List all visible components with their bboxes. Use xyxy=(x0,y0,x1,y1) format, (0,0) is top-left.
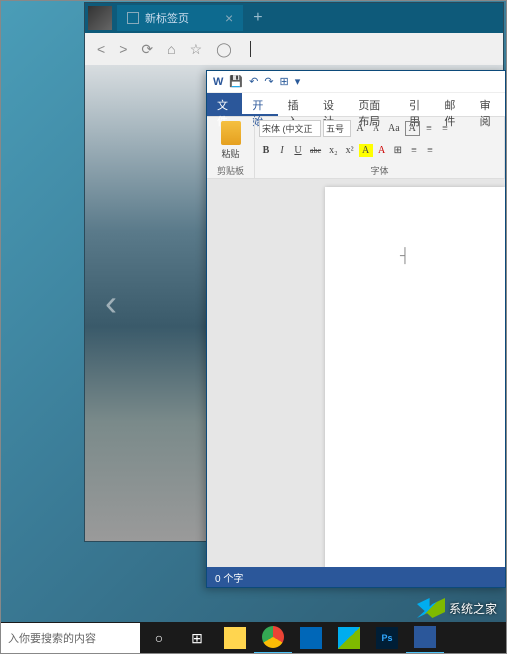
underline-button[interactable]: U xyxy=(291,144,305,157)
border-button[interactable]: ⊞ xyxy=(391,144,405,157)
calculator-icon xyxy=(300,627,322,649)
qat-more-icon[interactable]: ▾ xyxy=(295,75,301,88)
font-group-label: 字体 xyxy=(259,164,500,178)
paste-button[interactable]: 粘贴 xyxy=(211,120,250,160)
word-status-bar: 0 个字 xyxy=(207,567,505,587)
numbering-button[interactable]: ≡ xyxy=(438,122,452,135)
back-button[interactable]: < xyxy=(97,41,105,57)
text-cursor-icon: ┤ xyxy=(400,247,414,261)
bold-button[interactable]: B xyxy=(259,144,273,157)
superscript-button[interactable]: x² xyxy=(343,144,357,157)
cortana-button[interactable]: ○ xyxy=(140,622,178,654)
clipboard-group-label: 剪贴板 xyxy=(211,164,250,178)
quick-access-toolbar: W 💾 ↶ ↷ ⊞ ▾ xyxy=(207,71,505,93)
document-page[interactable]: ┤ xyxy=(325,187,505,567)
font-name-select[interactable]: 宋体 (中文正 xyxy=(259,120,321,137)
taskbar-app-word[interactable] xyxy=(406,622,444,654)
taskbar: 入你要搜索的内容 ○ ⊞ Ps xyxy=(0,622,507,654)
save-icon[interactable]: 💾 xyxy=(229,75,243,88)
change-case-button[interactable]: Aa xyxy=(385,122,403,135)
font-size-select[interactable]: 五号 xyxy=(323,120,351,137)
indent-button[interactable]: ≡ xyxy=(423,144,437,157)
windows-flag-icon xyxy=(338,627,360,649)
carousel-prev-icon[interactable]: ‹ xyxy=(105,282,117,324)
grow-font-button[interactable]: A xyxy=(353,122,367,135)
tab-references[interactable]: 引用 xyxy=(399,93,434,116)
undo-icon[interactable]: ↶ xyxy=(249,75,258,88)
ribbon-group-clipboard: 粘贴 剪贴板 xyxy=(207,117,255,178)
font-color-button[interactable]: A xyxy=(375,144,389,157)
forward-button[interactable]: > xyxy=(119,41,127,57)
word-app-icon[interactable]: W xyxy=(213,76,223,88)
taskbar-app-windows[interactable] xyxy=(330,622,368,654)
tab-title: 新标签页 xyxy=(145,10,189,26)
tab-layout[interactable]: 页面布局 xyxy=(348,93,399,116)
tab-close-button[interactable]: × xyxy=(225,10,233,26)
address-bar-cursor[interactable] xyxy=(250,41,251,57)
favorite-button[interactable]: ☆ xyxy=(190,41,203,58)
tab-file[interactable]: 文件 xyxy=(207,93,242,116)
align-button[interactable]: ≡ xyxy=(407,144,421,157)
tab-favicon-icon xyxy=(127,12,139,24)
taskbar-app-calculator[interactable] xyxy=(292,622,330,654)
browser-tabbar: 新标签页 × + xyxy=(85,3,503,33)
touch-mode-icon[interactable]: ⊞ xyxy=(280,75,289,88)
highlight-button[interactable]: A xyxy=(359,144,373,157)
taskview-button[interactable]: ⊞ xyxy=(178,622,216,654)
watermark-text: 系统之家 xyxy=(449,600,497,617)
paste-label: 粘贴 xyxy=(221,147,239,160)
watermark: 系统之家 xyxy=(417,598,497,618)
taskbar-app-chrome[interactable] xyxy=(254,622,292,654)
shrink-font-button[interactable]: A xyxy=(369,123,383,134)
bullets-button[interactable]: ≡ xyxy=(422,122,436,135)
ribbon-group-font: 宋体 (中文正 五号 A A Aa A ≡ ≡ B I U abc x₂ x² … xyxy=(255,117,505,178)
word-count-label[interactable]: 0 个字 xyxy=(215,570,243,585)
clear-format-button[interactable]: A xyxy=(405,121,420,136)
tab-home[interactable]: 开始 xyxy=(242,93,277,116)
browser-toolbar: < > ⟳ ⌂ ☆ ◯ xyxy=(85,33,503,65)
taskview-icon: ⊞ xyxy=(191,630,203,647)
tab-mailings[interactable]: 邮件 xyxy=(434,93,469,116)
ribbon: 粘贴 剪贴板 宋体 (中文正 五号 A A Aa A ≡ ≡ B I U abc… xyxy=(207,117,505,179)
watermark-logo-icon xyxy=(417,598,445,618)
browser-tab-active[interactable]: 新标签页 × xyxy=(117,5,243,31)
ribbon-tabs: 文件 开始 插入 设计 页面布局 引用 邮件 审阅 xyxy=(207,93,505,117)
word-window: W 💾 ↶ ↷ ⊞ ▾ 文件 开始 插入 设计 页面布局 引用 邮件 审阅 粘贴… xyxy=(206,70,506,588)
new-tab-button[interactable]: + xyxy=(243,9,272,27)
shield-button[interactable]: ◯ xyxy=(216,41,232,58)
avatar[interactable] xyxy=(88,6,112,30)
strike-button[interactable]: abc xyxy=(307,145,324,156)
refresh-button[interactable]: ⟳ xyxy=(141,41,153,58)
taskbar-app-photoshop[interactable]: Ps xyxy=(368,622,406,654)
sticky-notes-icon xyxy=(224,627,246,649)
tab-design[interactable]: 设计 xyxy=(313,93,348,116)
home-button[interactable]: ⌂ xyxy=(167,41,175,57)
taskbar-search-input[interactable]: 入你要搜索的内容 xyxy=(0,623,140,653)
subscript-button[interactable]: x₂ xyxy=(326,144,341,157)
word-icon xyxy=(414,626,436,648)
chrome-icon xyxy=(262,626,284,648)
cortana-icon: ○ xyxy=(155,630,163,646)
italic-button[interactable]: I xyxy=(275,144,289,157)
search-placeholder: 入你要搜索的内容 xyxy=(8,630,96,646)
redo-icon[interactable]: ↷ xyxy=(264,75,273,88)
document-area[interactable]: ┤ xyxy=(207,179,505,567)
tab-review[interactable]: 审阅 xyxy=(470,93,505,116)
tab-insert[interactable]: 插入 xyxy=(278,93,313,116)
paste-icon xyxy=(221,121,241,145)
taskbar-app-notes[interactable] xyxy=(216,622,254,654)
photoshop-icon: Ps xyxy=(376,627,398,649)
